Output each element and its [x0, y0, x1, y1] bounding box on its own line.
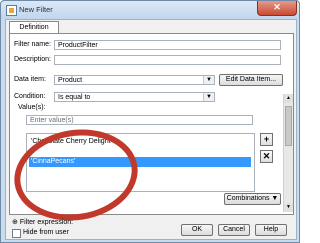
values-label: Value(s):: [18, 104, 46, 111]
combinations-button[interactable]: Combinations ▼: [224, 193, 281, 205]
filter-expression-toggle[interactable]: ⊕ Filter expression:: [12, 218, 73, 226]
hide-from-user-checkbox[interactable]: [12, 229, 21, 238]
app-icon: [6, 5, 17, 16]
scroll-thumb[interactable]: [285, 106, 292, 146]
close-button[interactable]: ✕: [257, 1, 297, 16]
expand-icon: ⊕: [12, 219, 18, 226]
remove-value-button[interactable]: ✕: [260, 150, 273, 163]
add-value-button[interactable]: +: [260, 133, 273, 146]
hide-from-user-label: Hide from user: [23, 229, 69, 236]
chevron-down-icon: ▼: [203, 76, 214, 84]
condition-select[interactable]: Is equal to ▼: [54, 92, 215, 102]
edit-data-item-button[interactable]: Edit Data Item...: [219, 74, 283, 86]
data-item-label: Data item:: [14, 76, 46, 83]
list-item[interactable]: 'CinnaPecans': [29, 157, 251, 167]
chevron-down-icon: ▼: [203, 93, 214, 101]
scroll-up-icon[interactable]: ▲: [284, 94, 293, 103]
enter-values-field[interactable]: Enter value(s): [26, 115, 253, 125]
cancel-button[interactable]: Cancel: [218, 224, 250, 236]
values-list[interactable]: 'Chocolate Cherry Delight' 'CinnaPecans': [26, 133, 255, 192]
description-label: Description:: [14, 56, 51, 63]
filter-name-field[interactable]: ProductFilter: [54, 40, 281, 50]
filter-expression-label: Filter expression:: [19, 219, 74, 226]
ok-button[interactable]: OK: [181, 224, 213, 236]
definition-panel: Filter name: ProductFilter Description: …: [7, 33, 294, 230]
description-field[interactable]: [54, 55, 281, 65]
panel-scrollbar[interactable]: ▲ ▼: [283, 94, 293, 212]
new-filter-dialog: New Filter ✕ Definition Filter name: Pro…: [0, 0, 300, 243]
help-button[interactable]: Help: [255, 224, 287, 236]
data-item-select[interactable]: Product ▼: [54, 75, 215, 85]
filter-name-label: Filter name:: [14, 41, 51, 48]
dialog-body: Definition Filter name: ProductFilter De…: [5, 19, 297, 240]
condition-label: Condition:: [14, 93, 46, 100]
title-bar[interactable]: New Filter ✕: [1, 1, 299, 19]
condition-value: Is equal to: [58, 94, 91, 101]
window-title: New Filter: [19, 5, 53, 14]
list-item[interactable]: 'Chocolate Cherry Delight': [29, 137, 251, 147]
data-item-value: Product: [58, 77, 83, 84]
scroll-down-icon[interactable]: ▼: [284, 203, 293, 212]
